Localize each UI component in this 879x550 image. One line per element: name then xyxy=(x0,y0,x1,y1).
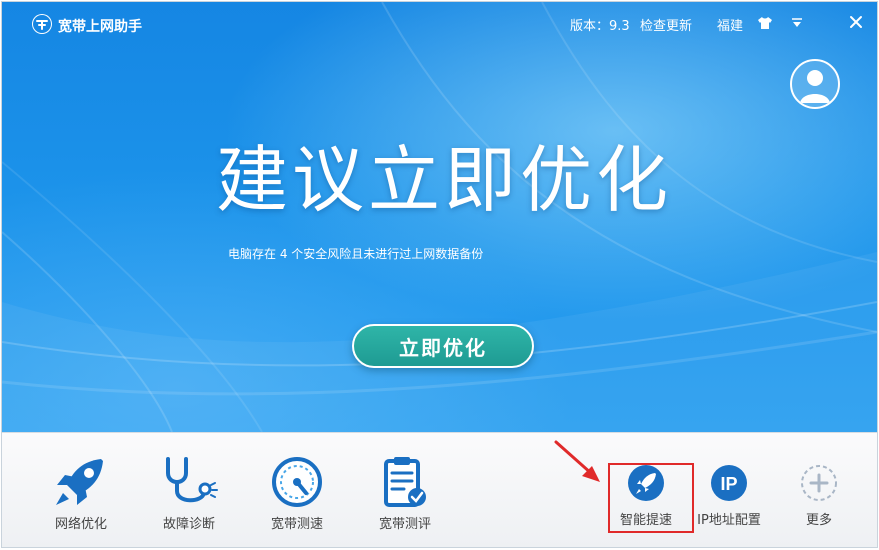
highlight-box xyxy=(608,463,694,533)
tool-label: 网络优化 xyxy=(54,517,107,532)
ip-circle-icon: IP xyxy=(711,465,747,501)
menu-dropdown-icon[interactable] xyxy=(790,15,804,29)
clipboard-check-icon xyxy=(384,457,426,507)
tool-speed-test[interactable]: 宽带测速 xyxy=(252,455,342,532)
red-annotation-arrow xyxy=(554,440,600,482)
stethoscope-icon xyxy=(166,457,218,503)
tool-fault-diagnosis[interactable]: 故障诊断 xyxy=(144,455,234,532)
app-window: 宽带上网助手 版本：9.3 检查更新 福建 建议立即优化 电脑存在 4 个安全风… xyxy=(1,1,878,548)
tool-ip-config[interactable]: IP IP地址配置 xyxy=(689,463,769,528)
tool-label: 更多 xyxy=(805,513,832,528)
hero-banner: 宽带上网助手 版本：9.3 检查更新 福建 建议立即优化 电脑存在 4 个安全风… xyxy=(2,2,877,432)
rocket-icon xyxy=(56,459,103,505)
region-selector[interactable]: 福建 xyxy=(717,15,743,34)
tool-more[interactable]: 更多 xyxy=(779,463,859,528)
check-update-link[interactable]: 检查更新 xyxy=(640,15,692,34)
tool-label: IP地址配置 xyxy=(697,513,761,528)
app-logo-icon xyxy=(32,14,52,34)
speedometer-icon xyxy=(272,457,322,507)
version-label: 版本：9.3 xyxy=(570,19,630,34)
tool-label: 宽带测速 xyxy=(270,517,323,532)
tool-broadband-evaluation[interactable]: 宽带测评 xyxy=(360,455,450,532)
tshirt-icon[interactable] xyxy=(757,15,773,31)
close-icon[interactable] xyxy=(848,14,864,30)
tool-bar: 网络优化 故障诊断 宽带测速 宽带测评 智能提速 IP IP地址配置 更多 xyxy=(2,432,877,547)
optimize-now-button[interactable]: 立即优化 xyxy=(352,324,534,368)
plus-circle-icon xyxy=(801,465,837,501)
user-icon xyxy=(800,70,830,103)
headline: 建议立即优化 xyxy=(216,138,673,222)
ip-icon-text: IP xyxy=(720,474,737,494)
titlebar: 宽带上网助手 版本：9.3 检查更新 福建 xyxy=(2,2,877,42)
tool-label: 宽带测评 xyxy=(378,517,431,532)
user-avatar[interactable] xyxy=(790,59,840,109)
tool-network-optimize[interactable]: 网络优化 xyxy=(36,455,126,532)
tool-label: 故障诊断 xyxy=(162,517,215,532)
risk-summary: 电脑存在 4 个安全风险且未进行过上网数据备份 xyxy=(228,247,484,261)
app-title: 宽带上网助手 xyxy=(58,19,142,35)
